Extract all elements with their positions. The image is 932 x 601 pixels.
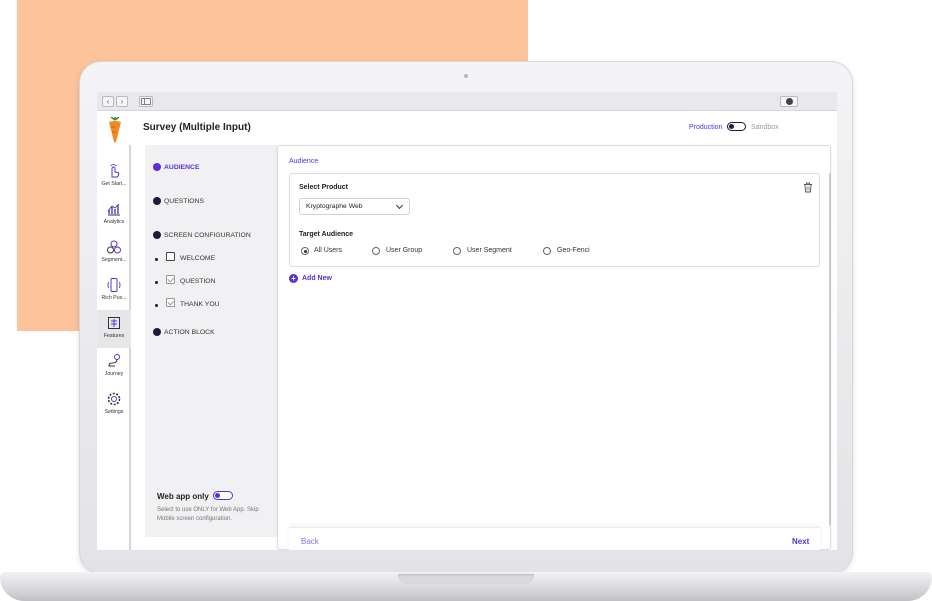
chart-icon [107,203,120,216]
target-audience-label: Target Audience [299,231,354,238]
env-sandbox-label[interactable]: Sandbox [751,124,779,131]
left-nav: Get Start... Analytics Segment... Rich P… [97,145,131,550]
add-new-label: Add New [302,275,332,282]
env-production-label[interactable]: Production [689,124,722,131]
substep-welcome[interactable]: WELCOME [180,255,215,262]
browser-toolbar: ‹ › [97,92,837,111]
step-dot-screen-config [153,231,161,239]
nav-item-features[interactable]: Features [97,310,131,348]
hand-pointer-icon [110,164,120,178]
question-checkbox[interactable] [166,275,175,284]
audience-block: Select Product Kryptographe Web Target A… [289,173,820,267]
nav-item-journey[interactable]: Journey [97,348,131,386]
step-dot-audience [153,163,161,171]
web-app-only-label: Web app only [157,492,209,501]
app-screen: ‹ › Survey (Multiple Input) Production S… [97,92,837,550]
scrollbar[interactable] [829,173,831,525]
step-questions[interactable]: QUESTIONS [164,198,204,205]
browser-back-button[interactable]: ‹ [102,96,114,107]
substep-dot [155,281,158,284]
features-icon [108,317,120,329]
segment-icon [107,240,121,254]
product-select[interactable]: Kryptographe Web [299,198,410,215]
product-select-value: Kryptographe Web [306,203,363,210]
substep-dot [155,304,158,307]
mobile-push-icon [107,278,121,292]
welcome-checkbox[interactable] [166,252,175,261]
page-title: Survey (Multiple Input) [143,122,251,133]
nav-label: Get Start... [101,181,127,187]
marketing-stage: ‹ › Survey (Multiple Input) Production S… [0,0,932,601]
radio-all-users[interactable] [301,247,309,255]
radio-geo-fencing[interactable] [543,247,551,255]
nav-label: Segment... [101,257,127,263]
nav-item-analytics[interactable]: Analytics [97,196,131,234]
step-dot-questions [153,197,161,205]
web-app-only-toggle[interactable] [213,491,233,500]
thank-you-checkbox[interactable] [166,298,175,307]
nav-item-segments[interactable]: Segment... [97,234,131,272]
step-action-block[interactable]: ACTION BLOCK [164,329,215,336]
journey-icon [108,354,120,367]
nav-label: Settings [104,409,124,415]
nav-label: Rich Pus... [101,295,127,301]
steps-panel: AUDIENCE QUESTIONS SCREEN CONFIGURATION … [145,145,277,537]
step-dot-action-block [153,328,161,336]
plus-icon: + [289,274,298,283]
back-button[interactable]: Back [301,537,319,546]
web-app-only-description: Select to use ONLY for Web App. Skip Mob… [157,507,259,522]
trash-icon[interactable] [803,182,813,193]
record-button[interactable] [780,96,798,107]
carrot-logo-icon[interactable] [106,117,124,143]
sidebar-toggle-icon[interactable] [139,96,153,107]
environment-toggle[interactable] [727,122,746,131]
radio-label-all-users: All Users [314,247,343,254]
nav-label: Analytics [103,219,125,225]
step-audience[interactable]: AUDIENCE [164,164,200,171]
radio-user-group[interactable] [372,247,380,255]
section-title: Audience [289,158,319,165]
nav-item-get-started[interactable]: Get Start... [97,158,131,196]
radio-label-geo-fencing: Geo-Fenci [557,247,590,254]
gear-icon [107,392,121,406]
nav-label: Features [103,333,125,339]
radio-label-user-group: User Group [386,247,423,254]
browser-forward-button[interactable]: › [116,96,128,107]
substep-dot [155,258,158,261]
card-footer: Back Next [289,527,820,550]
camera-dot [464,74,468,78]
nav-item-settings[interactable]: Settings [97,386,131,424]
app-header: Survey (Multiple Input) Production Sandb… [97,111,837,145]
select-product-label: Select Product [299,184,349,191]
nav-label: Journey [104,371,124,377]
radio-label-user-segment: User Segment [467,247,512,254]
substep-thank-you[interactable]: THANK YOU [180,301,220,308]
audience-card: Audience Select Product Kryptographe Web… [277,145,831,550]
step-screen-configuration[interactable]: SCREEN CONFIGURATION [164,232,251,239]
nav-item-rich-push[interactable]: Rich Pus... [97,272,131,310]
next-button[interactable]: Next [792,537,809,546]
laptop-notch [398,574,534,584]
substep-question[interactable]: QUESTION [180,278,216,285]
chevron-down-icon [395,201,404,210]
radio-user-segment[interactable] [453,247,461,255]
